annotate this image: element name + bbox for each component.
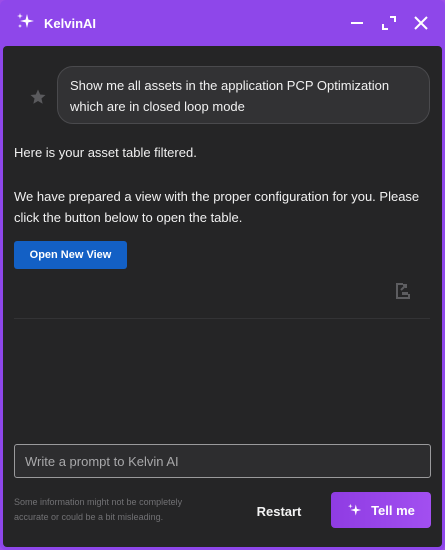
close-button[interactable] (409, 11, 433, 35)
sparkle-icon (16, 12, 36, 35)
title-group: KelvinAI (16, 12, 337, 35)
tell-me-label: Tell me (371, 502, 415, 518)
window-title: KelvinAI (44, 15, 97, 31)
assistant-message: Here is your asset table filtered. We ha… (14, 142, 430, 228)
assistant-line-1: Here is your asset table filtered. (14, 145, 197, 160)
minimize-icon (351, 22, 363, 24)
disclaimer-text: Some information might not be completely… (14, 497, 183, 522)
tell-me-button[interactable]: Tell me (331, 492, 431, 528)
divider (14, 318, 430, 319)
prompt-input[interactable] (14, 444, 431, 478)
minimize-button[interactable] (345, 11, 369, 35)
kelvin-ai-window: KelvinAI Show me all assets in the appli… (0, 0, 445, 550)
open-new-view-button[interactable]: Open New View (14, 241, 127, 269)
title-bar: KelvinAI (0, 0, 445, 46)
expand-icon (382, 16, 396, 30)
user-message-bubble: Show me all assets in the application PC… (57, 66, 430, 124)
assistant-line-2: We have prepared a view with the proper … (14, 189, 420, 225)
sparkle-icon (348, 503, 362, 516)
star-icon (29, 88, 47, 111)
export-icon[interactable] (394, 282, 412, 305)
chat-panel: Show me all assets in the application PC… (3, 46, 442, 547)
expand-button[interactable] (377, 11, 401, 35)
restart-button[interactable]: Restart (244, 494, 314, 528)
close-icon (414, 16, 428, 30)
user-message-row: Show me all assets in the application PC… (3, 66, 442, 126)
